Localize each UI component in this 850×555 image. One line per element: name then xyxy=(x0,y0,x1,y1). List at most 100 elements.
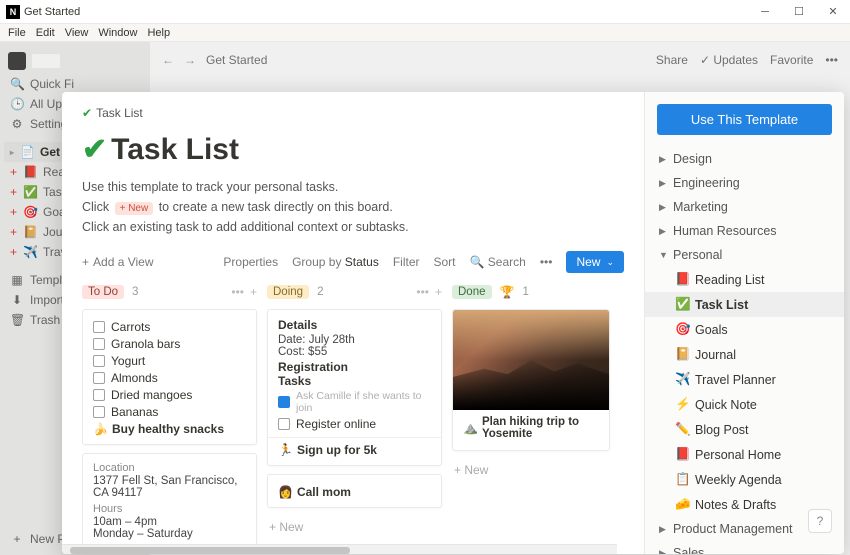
template-item[interactable]: 📔Journal xyxy=(645,342,844,367)
gear-icon: ⚙ xyxy=(10,117,24,131)
add-card[interactable]: + New xyxy=(267,516,442,538)
more-button[interactable]: ••• xyxy=(540,255,553,269)
minimize-button[interactable]: ─ xyxy=(748,0,782,23)
check-icon: ✔ xyxy=(82,106,92,120)
checkbox[interactable] xyxy=(93,321,105,333)
checkbox[interactable] xyxy=(93,372,105,384)
column-done: Done 🏆 1 ⛰️Plan hiking trip to Yosemite … xyxy=(452,283,610,554)
sidebar-quick-find[interactable]: 🔍Quick Fi xyxy=(4,74,146,94)
filter-button[interactable]: Filter xyxy=(393,255,420,269)
search-button[interactable]: 🔍 Search xyxy=(470,255,526,269)
sort-button[interactable]: Sort xyxy=(434,255,456,269)
card-cover-image xyxy=(453,310,609,410)
workspace-name xyxy=(32,54,60,68)
card-call-mom[interactable]: 👩Call mom xyxy=(267,474,442,508)
checkbox[interactable] xyxy=(93,406,105,418)
trash-icon: 🗑 xyxy=(10,313,24,327)
checkbox[interactable] xyxy=(278,396,290,408)
add-card[interactable]: + New xyxy=(452,459,610,481)
check-icon: ✔ xyxy=(82,132,107,167)
workspace-logo xyxy=(8,52,26,70)
runner-icon: 🏃 xyxy=(278,443,293,457)
category-sales[interactable]: ▶Sales xyxy=(645,541,844,554)
column-doing: Doing 2 •••+ Details Date: July 28th Cos… xyxy=(267,283,442,554)
template-icon: ▦ xyxy=(10,273,24,287)
template-item[interactable]: ✈️Travel Planner xyxy=(645,367,844,392)
menu-view[interactable]: View xyxy=(65,27,89,39)
template-item[interactable]: 📕Reading List xyxy=(645,267,844,292)
card-location[interactable]: Location 1377 Fell St, San Francisco, CA… xyxy=(82,453,257,549)
titlebar: N Get Started ─ ☐ ✕ xyxy=(0,0,850,24)
checkbox[interactable] xyxy=(278,418,290,430)
workspace-switcher[interactable] xyxy=(4,48,146,74)
page-title: ✔Task List xyxy=(82,132,624,167)
category-design[interactable]: ▶Design xyxy=(645,147,844,171)
category-marketing[interactable]: ▶Marketing xyxy=(645,195,844,219)
status-tag-done[interactable]: Done xyxy=(452,285,492,299)
more-button[interactable]: ••• xyxy=(825,53,838,67)
person-icon: 👩 xyxy=(278,485,293,499)
help-button[interactable]: ? xyxy=(808,509,832,533)
share-button[interactable]: Share xyxy=(656,53,688,67)
column-more[interactable]: ••• xyxy=(416,285,429,299)
column-add[interactable]: + xyxy=(435,285,442,299)
chevron-down-icon: ⌄ xyxy=(606,257,614,268)
favorite-button[interactable]: Favorite xyxy=(770,53,813,67)
menu-file[interactable]: File xyxy=(8,27,26,39)
trophy-icon: 🏆 xyxy=(500,285,515,299)
checkbox[interactable] xyxy=(93,389,105,401)
page-description: Use this template to track your personal… xyxy=(82,177,624,237)
page-topbar: ← → Get Started Share ✓ Updates Favorite… xyxy=(150,42,850,78)
card-signup-5k[interactable]: Details Date: July 28th Cost: $55 Regist… xyxy=(267,309,442,466)
menu-window[interactable]: Window xyxy=(98,27,137,39)
add-view-button[interactable]: +Add a View xyxy=(82,255,154,269)
group-by-button[interactable]: Group by Status xyxy=(292,255,379,269)
category-hr[interactable]: ▶Human Resources xyxy=(645,219,844,243)
plus-icon: + xyxy=(82,255,89,269)
clock-icon: 🕒 xyxy=(10,97,24,111)
modal-breadcrumb[interactable]: ✔Task List xyxy=(82,106,624,120)
use-template-button[interactable]: Use This Template xyxy=(657,104,832,135)
card-buy-snacks[interactable]: Carrots Granola bars Yogurt Almonds Drie… xyxy=(82,309,257,445)
view-toolbar: +Add a View Properties Group by Status F… xyxy=(82,251,624,273)
template-modal: ✔Task List ✔Task List Use this template … xyxy=(62,92,844,554)
search-icon: 🔍 xyxy=(10,77,24,91)
column-more[interactable]: ••• xyxy=(231,285,244,299)
column-add[interactable]: + xyxy=(250,285,257,299)
template-item[interactable]: 📕Personal Home xyxy=(645,442,844,467)
new-button[interactable]: New⌄ xyxy=(566,251,624,273)
checkbox[interactable] xyxy=(93,338,105,350)
category-personal[interactable]: ▼Personal xyxy=(645,243,844,267)
import-icon: ⬇ xyxy=(10,293,24,307)
category-engineering[interactable]: ▶Engineering xyxy=(645,171,844,195)
app-icon: N xyxy=(6,5,20,19)
new-tag: + New xyxy=(115,202,154,215)
menu-edit[interactable]: Edit xyxy=(36,27,55,39)
template-item[interactable]: ⚡Quick Note xyxy=(645,392,844,417)
kanban-board: To Do 3 •••+ Carrots Granola bars Yogurt… xyxy=(82,283,624,554)
status-tag-doing[interactable]: Doing xyxy=(267,285,309,299)
maximize-button[interactable]: ☐ xyxy=(782,0,816,23)
nav-forward[interactable]: → xyxy=(184,53,196,67)
close-button[interactable]: ✕ xyxy=(816,0,850,23)
breadcrumb[interactable]: Get Started xyxy=(206,53,646,67)
menu-help[interactable]: Help xyxy=(147,27,170,39)
menubar: File Edit View Window Help xyxy=(0,24,850,42)
banana-icon: 🍌 xyxy=(93,422,108,436)
column-count: 1 xyxy=(522,286,528,298)
mountain-icon: ⛰️ xyxy=(463,421,478,435)
template-item[interactable]: 🎯Goals xyxy=(645,317,844,342)
template-sidebar: Use This Template ▶Design ▶Engineering ▶… xyxy=(644,92,844,554)
nav-back[interactable]: ← xyxy=(162,53,174,67)
properties-button[interactable]: Properties xyxy=(223,255,278,269)
horizontal-scrollbar[interactable] xyxy=(62,544,617,554)
plus-icon: + xyxy=(10,532,24,546)
template-item[interactable]: ✏️Blog Post xyxy=(645,417,844,442)
status-tag-todo[interactable]: To Do xyxy=(82,285,124,299)
template-item[interactable]: 📋Weekly Agenda xyxy=(645,467,844,492)
checkbox[interactable] xyxy=(93,355,105,367)
updates-button[interactable]: ✓ Updates xyxy=(700,53,758,67)
template-item[interactable]: ✅Task List xyxy=(645,292,844,317)
card-yosemite[interactable]: ⛰️Plan hiking trip to Yosemite xyxy=(452,309,610,451)
window-title: Get Started xyxy=(24,6,80,18)
